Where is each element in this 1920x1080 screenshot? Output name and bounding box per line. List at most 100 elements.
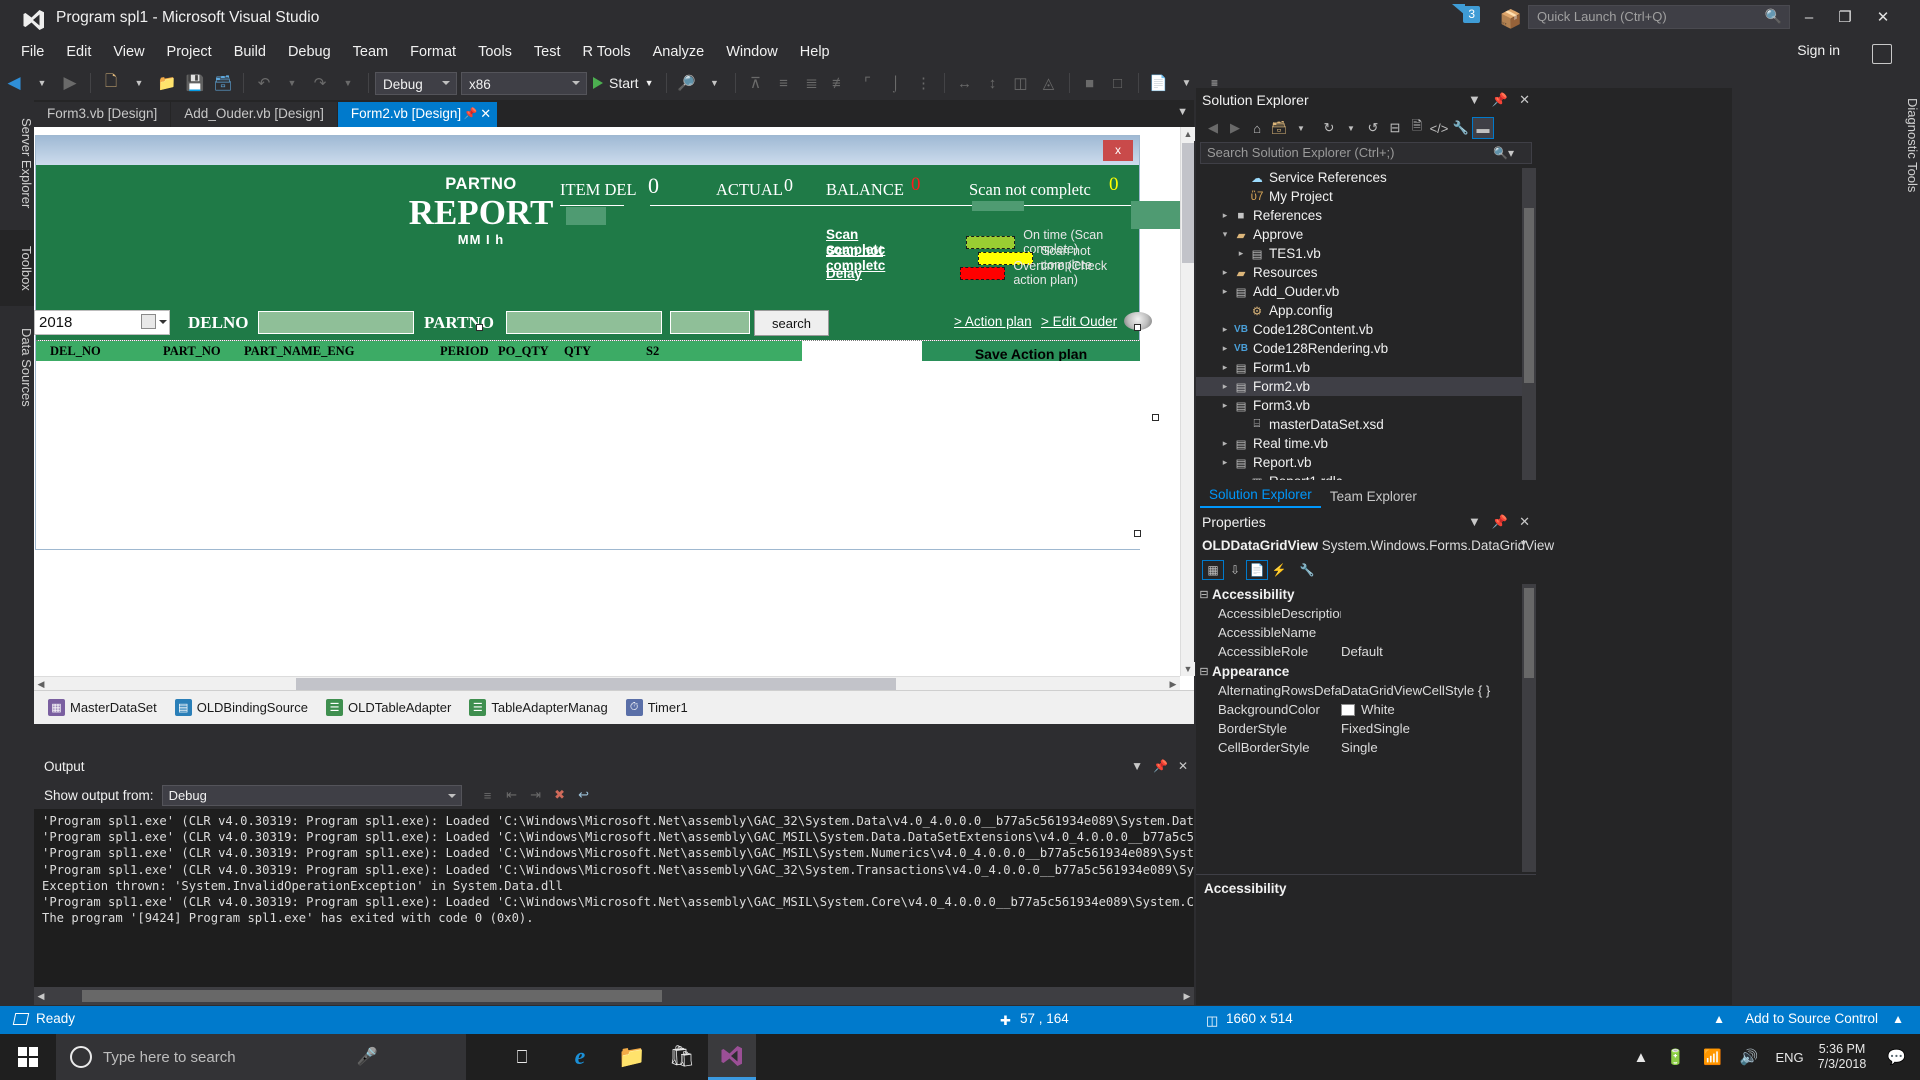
new-project-icon[interactable]: 🗋	[98, 71, 124, 95]
property-value[interactable]: White	[1341, 702, 1522, 717]
bring-to-front-icon[interactable]: ■	[1077, 71, 1103, 95]
output-dropdown-icon[interactable]: ▼	[1131, 759, 1143, 773]
expander-icon[interactable]: ▸	[1218, 457, 1232, 468]
menu-item-window[interactable]: Window	[715, 41, 789, 63]
resize-handle-top-right[interactable]	[1134, 324, 1141, 331]
solution-explorer-node[interactable]: ▥Report1.rdlc	[1196, 472, 1522, 480]
solution-explorer-pin-icon[interactable]: 📌	[1492, 92, 1508, 108]
solution-explorer-node[interactable]: ⌸ masterDataSet.xsd	[1196, 415, 1522, 434]
property-row[interactable]: BackgroundColor White	[1196, 700, 1522, 719]
designer-vertical-scrollbar[interactable]: ▲ ▼	[1180, 127, 1195, 676]
document-tab-add-ouder[interactable]: Add_Ouder.vb [Design]	[171, 102, 337, 127]
properties-object-header[interactable]: OLDDataGridView System.Windows.Forms.Dat…	[1196, 536, 1554, 558]
save-icon[interactable]: 💾	[182, 71, 208, 95]
back-icon[interactable]: ◀	[1202, 117, 1224, 139]
solution-explorer-node[interactable]: ▸ VB Code128Content.vb	[1196, 320, 1522, 339]
property-row[interactable]: AccessibleDescription	[1196, 604, 1522, 623]
menu-item-project[interactable]: Project	[156, 41, 223, 63]
align-middles-icon[interactable]: ⌜	[855, 71, 881, 95]
tray-item-timer1[interactable]: ⏱ Timer1	[625, 699, 688, 716]
center-vertically-icon[interactable]: ◬	[1036, 71, 1062, 95]
file-explorer-taskbar-button[interactable]: 📁	[608, 1034, 656, 1080]
output-pin-icon[interactable]: 📌	[1153, 759, 1168, 773]
save-all-icon[interactable]: 🗃	[210, 71, 236, 95]
tab-team-explorer[interactable]: Team Explorer	[1321, 487, 1426, 508]
delno-input[interactable]	[258, 311, 414, 334]
properties-grid[interactable]: ⊟ Accessibility AccessibleDescription Acces…	[1196, 584, 1522, 872]
align-lefts-icon[interactable]: ≡	[771, 71, 797, 95]
expander-icon[interactable]: ▸	[1218, 286, 1232, 297]
scroll-down-icon[interactable]: ▼	[1181, 662, 1195, 676]
align-rights-icon[interactable]: ≢	[827, 71, 853, 95]
solution-explorer-node[interactable]: ▸ ▤ Real time.vb	[1196, 434, 1522, 453]
tray-item-oldbindingsource[interactable]: ▤ OLDBindingSource	[174, 699, 308, 716]
menu-item-format[interactable]: Format	[399, 41, 467, 63]
property-value[interactable]: Single	[1341, 740, 1522, 755]
expander-icon[interactable]: ▸	[1218, 267, 1232, 278]
tray-item-oldtableadapter[interactable]: ☰ OLDTableAdapter	[326, 699, 451, 716]
data-sources-tab[interactable]: Data Sources	[0, 312, 34, 422]
output-close-icon[interactable]: ✕	[1178, 759, 1188, 773]
solution-explorer-close-icon[interactable]: ✕	[1519, 92, 1530, 108]
align-centers-icon[interactable]: ≣	[799, 71, 825, 95]
solution-explorer-dropdown-icon[interactable]: ▼	[1468, 92, 1481, 108]
taskbar-search-box[interactable]: Type here to search 🎤	[56, 1034, 466, 1080]
solution-explorer-node[interactable]: ▸ VB Code128Rendering.vb	[1196, 339, 1522, 358]
tab-order-icon[interactable]: 📄	[1146, 71, 1172, 95]
form-resize-handle[interactable]	[1152, 414, 1159, 421]
sign-in-link[interactable]: Sign in	[1797, 42, 1840, 58]
expander-icon[interactable]: ▸	[1218, 210, 1232, 221]
menu-item-help[interactable]: Help	[789, 41, 841, 63]
properties-icon[interactable]: 🔧	[1450, 117, 1472, 139]
scroll-up-icon[interactable]: ▲	[1181, 127, 1195, 141]
home-icon[interactable]: ⌂	[1246, 117, 1268, 139]
close-icon[interactable]: ✕	[480, 106, 491, 122]
visual-studio-taskbar-button[interactable]	[708, 1034, 756, 1080]
menu-item-team[interactable]: Team	[342, 41, 399, 63]
solution-explorer-node[interactable]: ▸ ▤ Report.vb	[1196, 453, 1522, 472]
action-plan-link[interactable]: > Action plan	[954, 314, 1032, 329]
solution-explorer-scroll-thumb[interactable]	[1524, 208, 1534, 383]
close-button[interactable]: ✕	[1866, 4, 1900, 32]
sync-icon[interactable]: 📦	[1500, 9, 1522, 30]
pending-changes-dropdown-icon[interactable]: ▼	[1290, 117, 1312, 139]
redo-icon[interactable]: ↷	[307, 71, 333, 95]
solution-explorer-tree[interactable]: ☁ Service References ὒ7 My Project ▸ ■ Referen…	[1196, 168, 1522, 480]
document-tab-form2[interactable]: Form2.vb [Design] 📌 ✕	[337, 102, 498, 127]
property-value[interactable]: FixedSingle	[1341, 721, 1522, 736]
designer-horizontal-scrollbar[interactable]: ◀ ▶	[34, 676, 1180, 691]
search-icon[interactable]: 🔍	[1765, 8, 1782, 25]
clear-pane-icon[interactable]: ✖	[548, 784, 572, 806]
network-icon[interactable]: 📶	[1703, 1048, 1722, 1066]
task-view-button[interactable]: ⎕	[498, 1034, 546, 1080]
clock[interactable]: 5:36 PM 7/3/2018	[1818, 1042, 1867, 1072]
solution-explorer-node[interactable]: ▸ ■ References	[1196, 206, 1522, 225]
menu-item-view[interactable]: View	[102, 41, 155, 63]
make-same-width-icon[interactable]: ⋮	[911, 71, 937, 95]
property-pages-icon[interactable]: 🔧	[1296, 560, 1318, 580]
sync-dropdown-icon[interactable]: ▼	[1340, 117, 1362, 139]
expander-icon[interactable]: ▸	[1218, 381, 1232, 392]
go-to-message-icon[interactable]: ⇥	[524, 784, 548, 806]
navigate-back-dropdown-icon[interactable]: ▼	[29, 71, 55, 95]
navigate-back-icon[interactable]: ◀	[1, 71, 27, 95]
partno-input[interactable]	[506, 311, 662, 334]
output-scroll-left-icon[interactable]: ◀	[34, 987, 48, 1005]
tray-item-tableadaptermanager[interactable]: ☰ TableAdapterManag	[469, 699, 608, 716]
expander-icon[interactable]: ▾	[1218, 229, 1232, 240]
expander-icon[interactable]: ▸	[1218, 343, 1232, 354]
expander-icon[interactable]: ▸	[1234, 248, 1248, 259]
microphone-icon[interactable]: 🎤	[357, 1047, 378, 1067]
solution-platform-combo[interactable]: x86	[461, 71, 587, 95]
menu-item-edit[interactable]: Edit	[55, 41, 102, 63]
legend-link-delay[interactable]: Delay	[826, 266, 910, 281]
properties-scroll-thumb[interactable]	[1524, 588, 1534, 678]
align-bottoms-icon[interactable]: ⌡	[883, 71, 909, 95]
add-to-source-control-button[interactable]: Add to Source Control	[1745, 1011, 1878, 1026]
send-to-back-icon[interactable]: □	[1105, 71, 1131, 95]
search-button[interactable]: search	[754, 310, 829, 336]
microsoft-store-taskbar-button[interactable]: 🛍	[658, 1034, 706, 1080]
minimize-button[interactable]: –	[1792, 4, 1826, 32]
property-row[interactable]: AccessibleRole Default	[1196, 642, 1522, 661]
designer-hscroll-thumb[interactable]	[296, 678, 896, 690]
